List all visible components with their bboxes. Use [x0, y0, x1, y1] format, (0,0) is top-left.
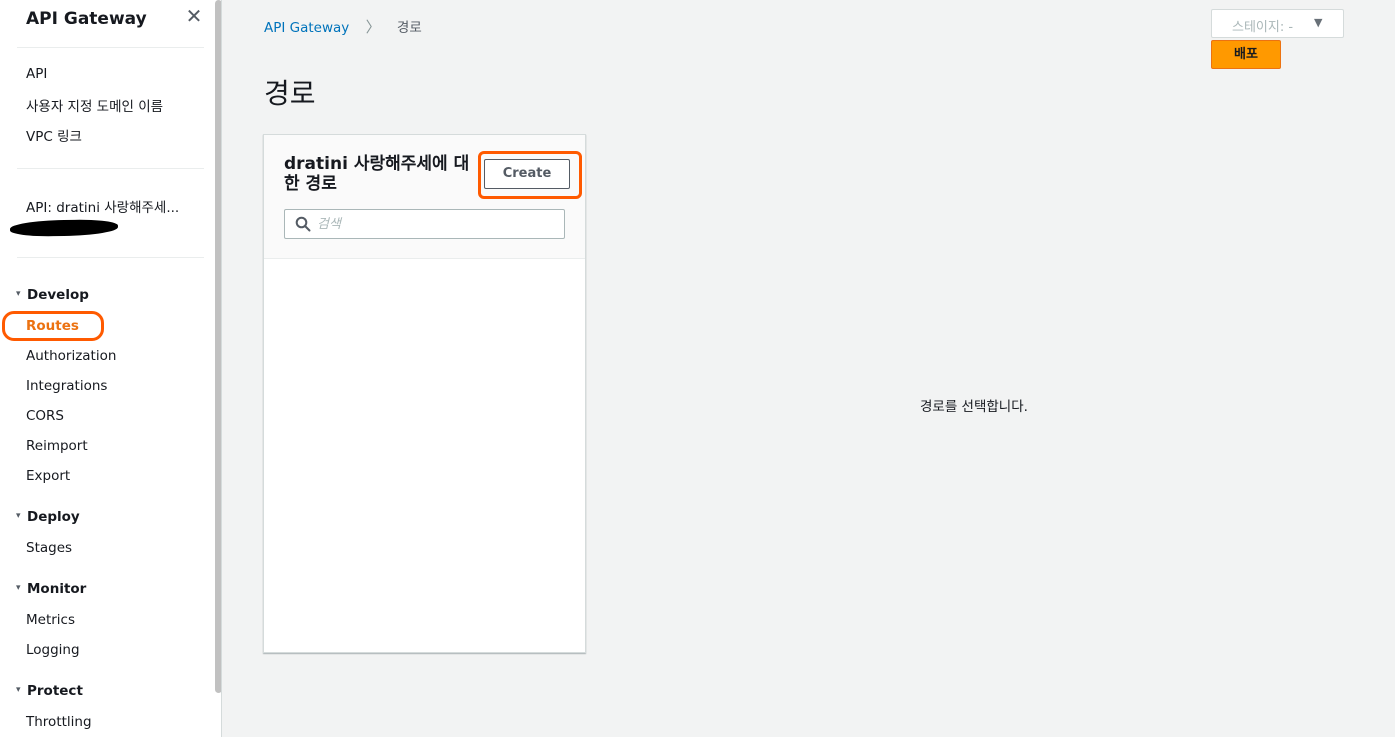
breadcrumb-current: 경로: [396, 20, 422, 36]
redaction-mark: [9, 219, 119, 237]
page-title: 경로: [264, 77, 316, 110]
route-detail-empty-message: 경로를 선택합니다.: [920, 399, 1028, 415]
sidebar-item-reimport[interactable]: Reimport: [26, 438, 88, 454]
section-monitor[interactable]: Monitor: [27, 581, 86, 597]
sidebar-item-custom-domain-names[interactable]: 사용자 지정 도메인 이름: [26, 95, 163, 115]
caret-down-icon[interactable]: ▾: [16, 289, 21, 299]
current-api-label[interactable]: API: dratini 사랑해주세...: [26, 196, 179, 216]
caret-down-icon[interactable]: ▾: [16, 685, 21, 695]
sidebar-item-authorization[interactable]: Authorization: [26, 348, 116, 364]
caret-down-icon: ▼: [1314, 16, 1323, 29]
stage-select-label: 스테이지: -: [1232, 20, 1294, 35]
chevron-right-icon: 〉: [365, 18, 381, 36]
annotation-highlight-routes: [2, 311, 104, 341]
routes-panel-header: dratini 사랑해주세에 대한 경로 Create: [264, 135, 585, 259]
routes-panel-title: dratini 사랑해주세에 대한 경로: [284, 154, 470, 194]
sidebar-item-throttling[interactable]: Throttling: [26, 714, 92, 730]
section-protect[interactable]: Protect: [27, 683, 83, 699]
sidebar-item-logging[interactable]: Logging: [26, 642, 80, 658]
routes-panel: dratini 사랑해주세에 대한 경로 Create: [263, 134, 586, 653]
divider: [17, 47, 204, 48]
divider: [17, 257, 204, 258]
side-navigation: API Gateway ✕ API 사용자 지정 도메인 이름 VPC 링크 A…: [0, 0, 222, 737]
stage-select[interactable]: 스테이지: - ▼: [1211, 9, 1344, 38]
section-deploy[interactable]: Deploy: [27, 509, 80, 525]
divider: [17, 168, 204, 169]
sidebar-item-integrations[interactable]: Integrations: [26, 378, 107, 394]
caret-down-icon[interactable]: ▾: [16, 583, 21, 593]
breadcrumb-link-api-gateway[interactable]: API Gateway: [264, 20, 349, 36]
sidebar-item-export[interactable]: Export: [26, 468, 70, 484]
close-icon[interactable]: ✕: [184, 6, 204, 26]
sidebar-item-stages[interactable]: Stages: [26, 540, 72, 556]
route-search-field[interactable]: [284, 209, 565, 239]
sidebar-item-vpc-links[interactable]: VPC 링크: [26, 125, 82, 145]
sidebar-item-api[interactable]: API: [26, 66, 47, 82]
sidebar-item-metrics[interactable]: Metrics: [26, 612, 75, 628]
annotation-highlight-create: [478, 151, 582, 199]
sidebar-item-cors[interactable]: CORS: [26, 408, 64, 424]
caret-down-icon[interactable]: ▾: [16, 511, 21, 521]
deploy-button[interactable]: 배포: [1211, 40, 1281, 69]
breadcrumb: API Gateway 〉 경로: [264, 16, 422, 37]
section-develop[interactable]: Develop: [27, 287, 89, 303]
sidebar-scrollbar[interactable]: [215, 0, 221, 693]
sidebar-title: API Gateway: [26, 9, 147, 29]
search-icon: [295, 216, 311, 232]
route-search-input[interactable]: [317, 214, 557, 234]
